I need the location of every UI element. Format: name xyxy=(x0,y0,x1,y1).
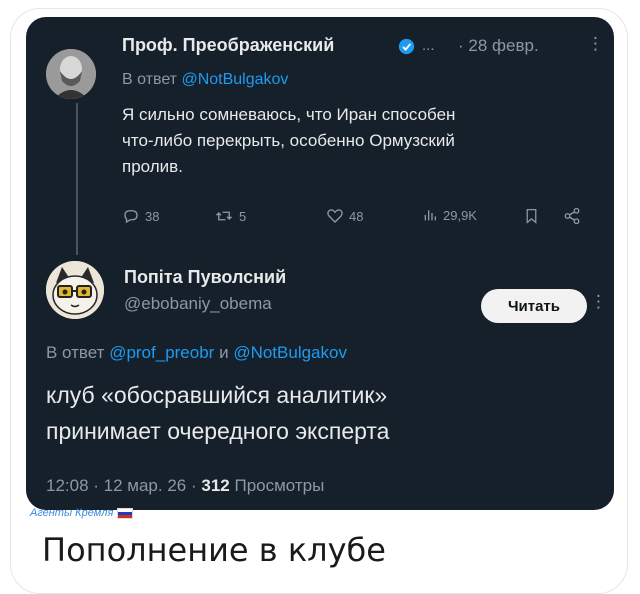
tweet-text-line: что-либо перекрыть, особенно Ормузский xyxy=(122,131,455,150)
view-count: 29,9K xyxy=(443,207,477,223)
author-name[interactable]: Попіта Пуволсний xyxy=(124,267,286,288)
tweet-text-line: Я сильно сомневаюсь, что Иран способен xyxy=(122,105,456,124)
tweet-text-line: пролив. xyxy=(122,157,183,176)
reply-count: 38 xyxy=(145,208,160,224)
tweet-screenshot: Проф. Преображенский ... · 28 февр. ⋮ В … xyxy=(26,17,614,510)
reply-button[interactable]: 38 xyxy=(122,207,159,225)
author-handle[interactable]: @ebobaniy_obema xyxy=(124,294,272,314)
author-name[interactable]: Проф. Преображенский xyxy=(122,35,334,56)
reply-mention[interactable]: @NotBulgakov xyxy=(233,343,347,362)
portrait-icon xyxy=(46,49,96,99)
analytics-icon xyxy=(424,210,436,221)
like-button[interactable]: 48 xyxy=(326,207,363,225)
views-label: Просмотры xyxy=(234,476,325,495)
tweet-date[interactable]: · 28 февр. xyxy=(458,36,539,56)
tweet-text-line: клуб «обосравшийся аналитик» xyxy=(46,382,388,408)
watermark: Агенты Кремля xyxy=(30,507,134,519)
reply-prefix: В ответ xyxy=(46,343,105,362)
watermark-text: Агенты Кремля xyxy=(30,507,114,519)
tweet-text: клуб «обосравшийся аналитик» принимает о… xyxy=(46,377,389,449)
share-icon[interactable] xyxy=(563,207,581,225)
repost-button[interactable]: 5 xyxy=(214,207,246,225)
heart-icon xyxy=(327,209,343,223)
tweet-time[interactable]: 12:08 · 12 мар. 26 · xyxy=(46,476,197,495)
reply-context: В ответ @prof_preobr и @NotBulgakov xyxy=(46,343,347,363)
reply-icon xyxy=(124,210,138,224)
follow-button[interactable]: Читать xyxy=(481,289,587,323)
verified-badge-icon xyxy=(398,38,415,55)
reply-mention[interactable]: @NotBulgakov xyxy=(181,71,288,88)
reply-mention[interactable]: @prof_preobr xyxy=(109,343,214,362)
avatar-cat[interactable] xyxy=(46,261,104,319)
tweet-text-line: принимает очередного эксперта xyxy=(46,418,390,444)
reply-prefix: В ответ xyxy=(122,71,178,88)
reply-context: В ответ @NotBulgakov xyxy=(122,71,288,89)
caption: Пополнение в клубе xyxy=(42,531,386,569)
repost-icon xyxy=(216,211,232,221)
russia-flag-icon xyxy=(117,507,134,519)
ellipsis: ... xyxy=(422,37,435,54)
repost-count: 5 xyxy=(239,208,247,224)
bookmark-icon[interactable] xyxy=(523,207,540,225)
more-options-icon[interactable]: ⋮ xyxy=(590,292,607,312)
more-options-icon[interactable]: ⋮ xyxy=(587,34,604,54)
views-button[interactable]: 29,9K xyxy=(422,207,477,223)
cat-icon xyxy=(46,261,104,319)
views-count: 312 xyxy=(201,476,230,495)
like-count: 48 xyxy=(349,208,364,224)
reply-and: и xyxy=(219,343,229,362)
tweet-meta: 12:08 · 12 мар. 26 · 312 Просмотры xyxy=(46,476,324,496)
thread-line xyxy=(76,103,78,255)
tweet-text: Я сильно сомневаюсь, что Иран способен ч… xyxy=(122,102,455,180)
avatar-prof[interactable] xyxy=(46,49,96,99)
